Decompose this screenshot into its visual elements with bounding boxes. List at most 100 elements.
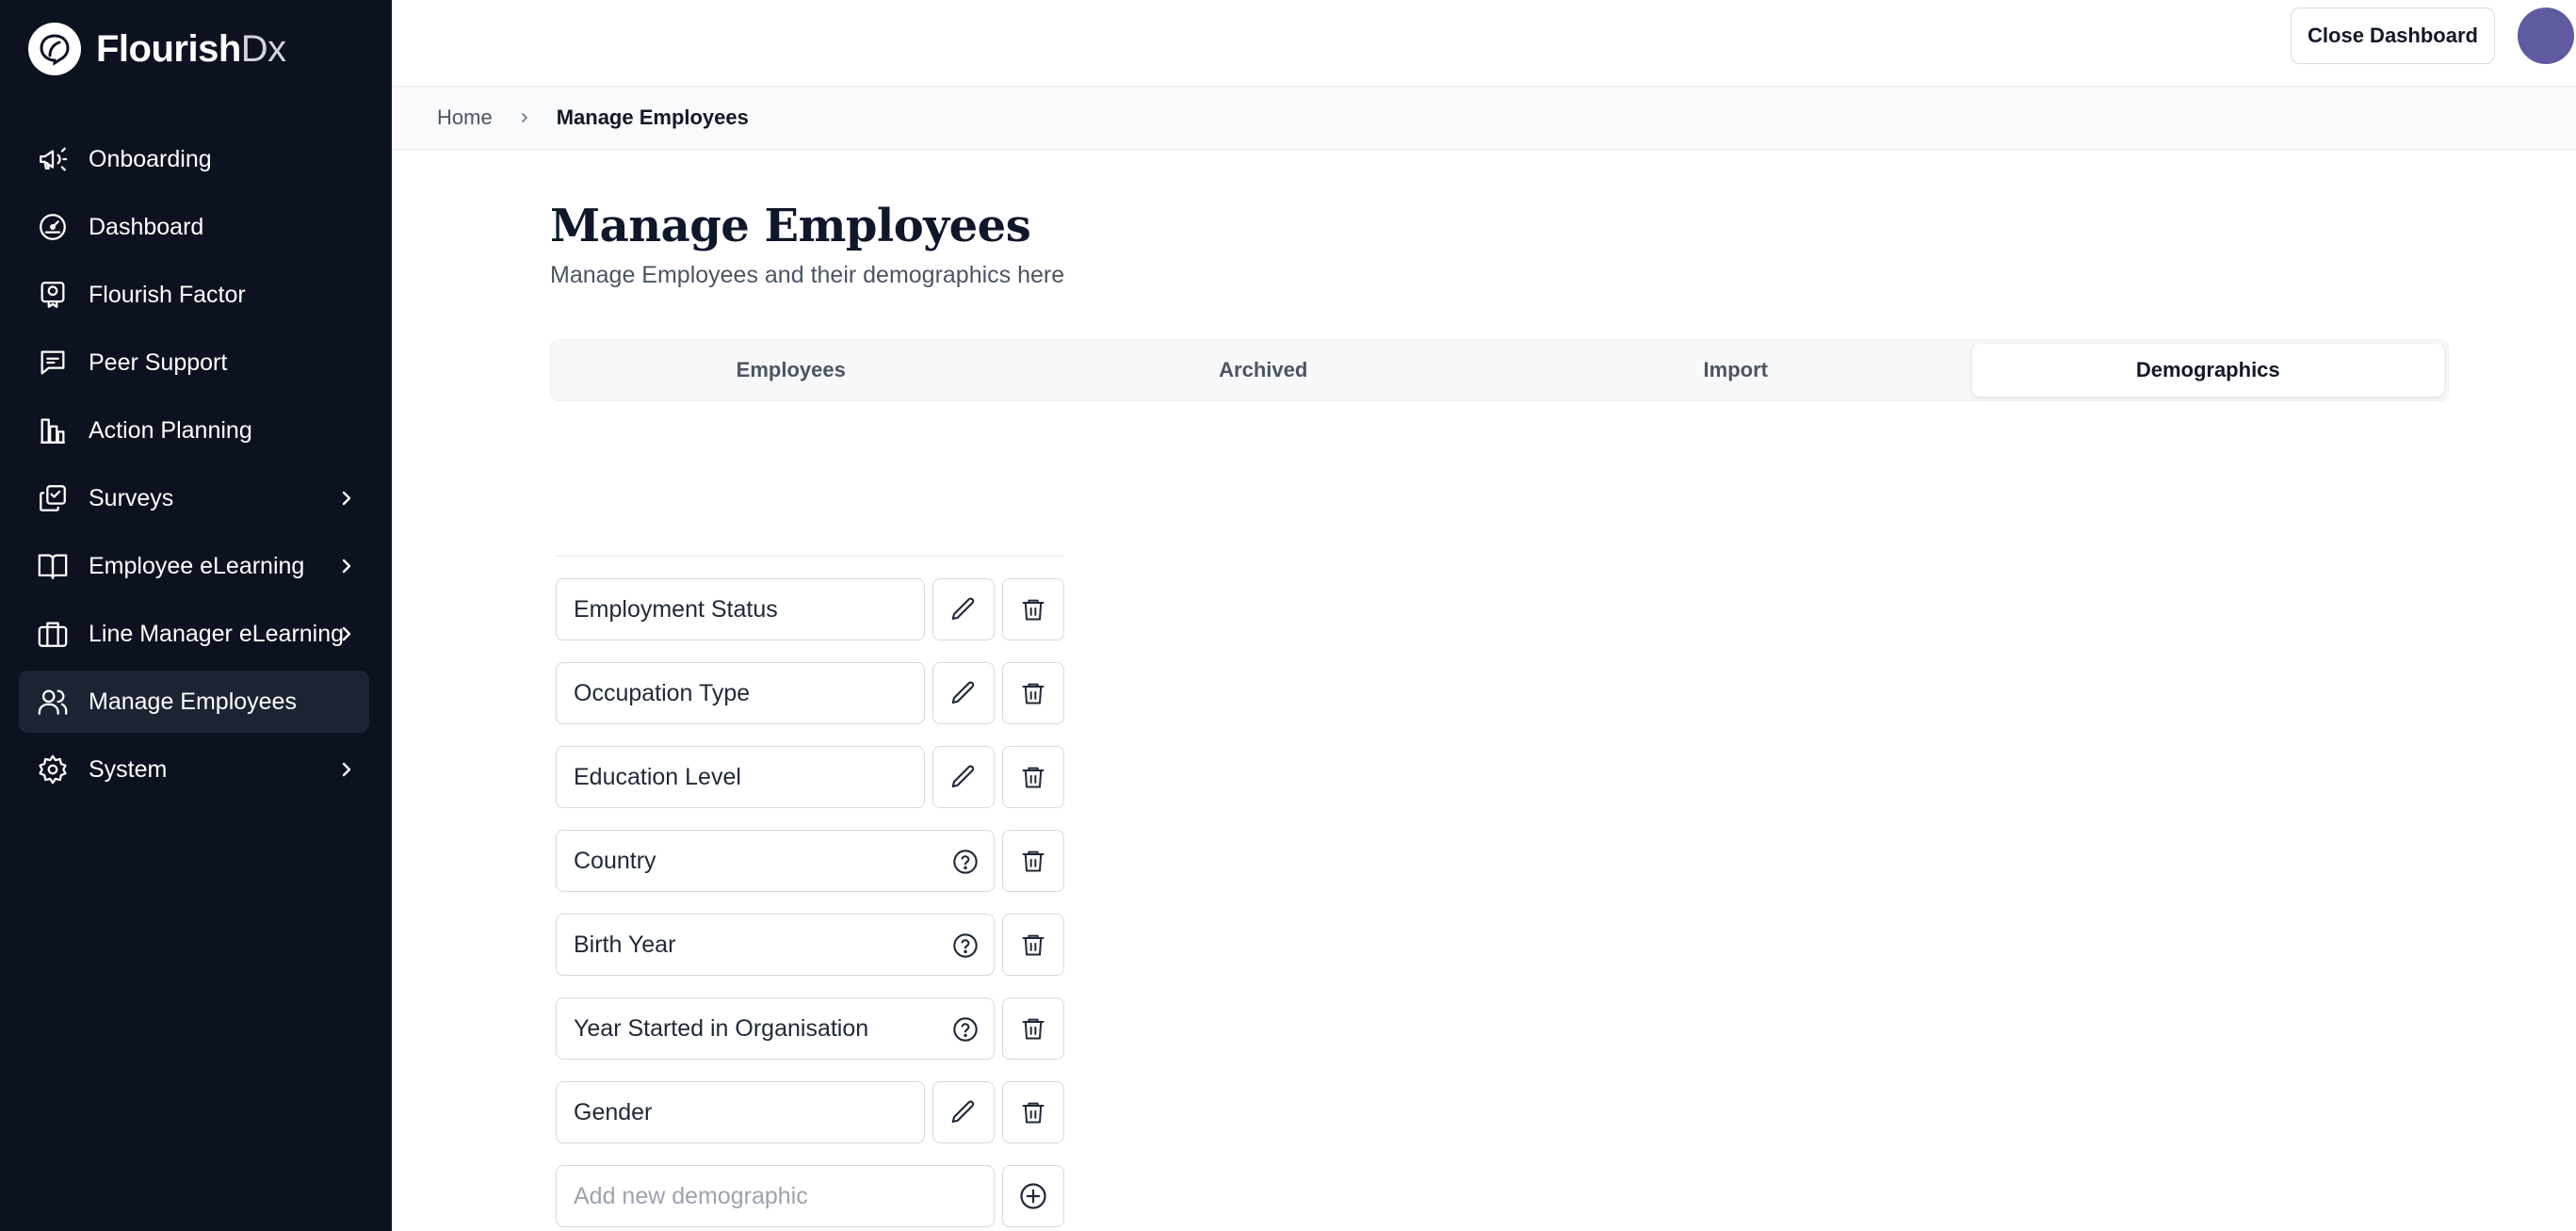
logo-icon xyxy=(28,23,81,75)
delete-button[interactable] xyxy=(1002,830,1064,892)
gear-icon xyxy=(36,753,70,786)
plus-circle-icon xyxy=(1020,1183,1046,1209)
demographic-field[interactable]: Occupation Type xyxy=(556,662,925,724)
book-icon xyxy=(36,549,70,583)
sidebar-item-employee-elearning[interactable]: Employee eLearning xyxy=(19,535,369,597)
demographic-field[interactable]: Gender xyxy=(556,1081,925,1143)
demographic-label: Occupation Type xyxy=(574,679,751,706)
close-dashboard-button[interactable]: Close Dashboard xyxy=(2291,8,2495,64)
edit-button[interactable] xyxy=(932,578,995,640)
briefcase-icon xyxy=(36,617,70,651)
demographic-label: Education Level xyxy=(574,763,741,790)
delete-button[interactable] xyxy=(1002,997,1064,1060)
sidebar-item-manage-employees[interactable]: Manage Employees xyxy=(19,671,369,733)
sidebar-item-label: Line Manager eLearning xyxy=(89,620,345,647)
trash-icon xyxy=(1022,767,1045,788)
demographic-row: Employment Status xyxy=(556,578,1064,640)
gauge-icon xyxy=(36,210,70,244)
breadcrumb-current: Manage Employees xyxy=(556,105,749,129)
add-demographic-button[interactable] xyxy=(1002,1165,1064,1227)
tab-bar: Employees Archived Import Demographics xyxy=(550,339,2449,401)
pencil-icon xyxy=(951,681,975,705)
sidebar-item-label: Dashboard xyxy=(89,213,204,240)
new-demographic-row: Add new demographic xyxy=(556,1165,1064,1227)
help-circle-icon[interactable] xyxy=(952,932,979,959)
page-subtitle: Manage Employees and their demographics … xyxy=(550,262,1065,288)
page-title: Manage Employees xyxy=(550,200,1031,252)
new-demographic-placeholder: Add new demographic xyxy=(574,1182,808,1209)
demographic-row: Country xyxy=(556,830,1064,892)
avatar[interactable] xyxy=(2518,8,2574,64)
edit-button[interactable] xyxy=(932,746,995,808)
delete-button[interactable] xyxy=(1002,914,1064,976)
top-bar: Close Dashboard xyxy=(392,0,2576,87)
pencil-icon xyxy=(951,1100,975,1124)
sidebar-item-peer-support[interactable]: Peer Support xyxy=(19,332,369,394)
sidebar-item-onboarding[interactable]: Onboarding xyxy=(19,128,369,190)
tab-archived[interactable]: Archived xyxy=(1028,344,1500,397)
trash-icon xyxy=(1022,850,1045,872)
demographic-label: Employment Status xyxy=(574,595,778,623)
help-circle-icon[interactable] xyxy=(952,849,979,875)
edit-button[interactable] xyxy=(932,1081,995,1143)
sidebar-item-surveys[interactable]: Surveys xyxy=(19,467,369,529)
demographic-field[interactable]: Year Started in Organisation xyxy=(556,997,995,1060)
logo[interactable]: FlourishDx xyxy=(28,21,286,77)
sidebar-item-label: Manage Employees xyxy=(89,688,297,715)
sidebar-item-label: Peer Support xyxy=(89,348,228,376)
demographic-label: Gender xyxy=(574,1098,653,1126)
delete-button[interactable] xyxy=(1002,662,1064,724)
chevron-right-icon xyxy=(342,762,351,777)
sidebar-item-action-planning[interactable]: Action Planning xyxy=(19,399,369,462)
sidebar-item-flourish-factor[interactable]: Flourish Factor xyxy=(19,264,369,326)
logo-suffix: Dx xyxy=(240,27,286,70)
megaphone-icon xyxy=(36,142,70,176)
users-icon xyxy=(36,685,70,719)
demographic-row: Gender xyxy=(556,1081,1064,1143)
demographic-label: Country xyxy=(574,847,656,874)
tab-demographics[interactable]: Demographics xyxy=(1971,344,2444,397)
demographic-field[interactable]: Education Level xyxy=(556,746,925,808)
new-demographic-input[interactable]: Add new demographic xyxy=(556,1165,995,1227)
pencil-icon xyxy=(951,597,975,621)
certificate-icon xyxy=(36,278,70,312)
demographic-row: Birth Year xyxy=(556,914,1064,976)
sidebar-item-label: System xyxy=(89,755,168,783)
trash-icon xyxy=(1022,1018,1045,1040)
survey-icon xyxy=(36,481,70,515)
chevron-right-icon xyxy=(517,110,532,125)
demographic-row: Year Started in Organisation xyxy=(556,997,1064,1060)
breadcrumb: Home Manage Employees xyxy=(392,87,2576,150)
chevron-right-icon xyxy=(342,626,351,641)
delete-button[interactable] xyxy=(1002,1081,1064,1143)
help-circle-icon[interactable] xyxy=(952,1016,979,1043)
chat-icon xyxy=(36,346,70,380)
trash-icon xyxy=(1022,934,1045,956)
sidebar-nav: Onboarding Dashboard Flourish Factor Pee… xyxy=(19,128,369,806)
breadcrumb-home-link[interactable]: Home xyxy=(437,105,493,130)
sidebar-item-label: Onboarding xyxy=(89,145,212,172)
demographic-field[interactable]: Country xyxy=(556,830,995,892)
sidebar-item-system[interactable]: System xyxy=(19,738,369,801)
sidebar-item-label: Employee eLearning xyxy=(89,552,305,579)
sidebar-item-label: Flourish Factor xyxy=(89,281,246,308)
sidebar-item-label: Action Planning xyxy=(89,416,252,444)
sidebar: FlourishDx Onboarding Dashboard Flourish… xyxy=(0,0,392,1231)
bar-chart-icon xyxy=(36,413,70,447)
demographic-label: Birth Year xyxy=(574,931,676,958)
sidebar-item-dashboard[interactable]: Dashboard xyxy=(19,196,369,258)
demographic-field[interactable]: Employment Status xyxy=(556,578,925,640)
logo-word: Flourish xyxy=(96,27,241,70)
delete-button[interactable] xyxy=(1002,746,1064,808)
trash-icon xyxy=(1022,683,1045,705)
demographic-field[interactable]: Birth Year xyxy=(556,914,995,976)
edit-button[interactable] xyxy=(932,662,995,724)
logo-text: FlourishDx xyxy=(96,28,286,71)
tab-import[interactable]: Import xyxy=(1499,344,1972,397)
sidebar-item-label: Surveys xyxy=(89,484,174,511)
tab-employees[interactable]: Employees xyxy=(555,344,1028,397)
chevron-right-icon xyxy=(342,491,351,506)
sidebar-item-line-manager-elearning[interactable]: Line Manager eLearning xyxy=(19,603,369,665)
chevron-right-icon xyxy=(342,559,351,574)
delete-button[interactable] xyxy=(1002,578,1064,640)
